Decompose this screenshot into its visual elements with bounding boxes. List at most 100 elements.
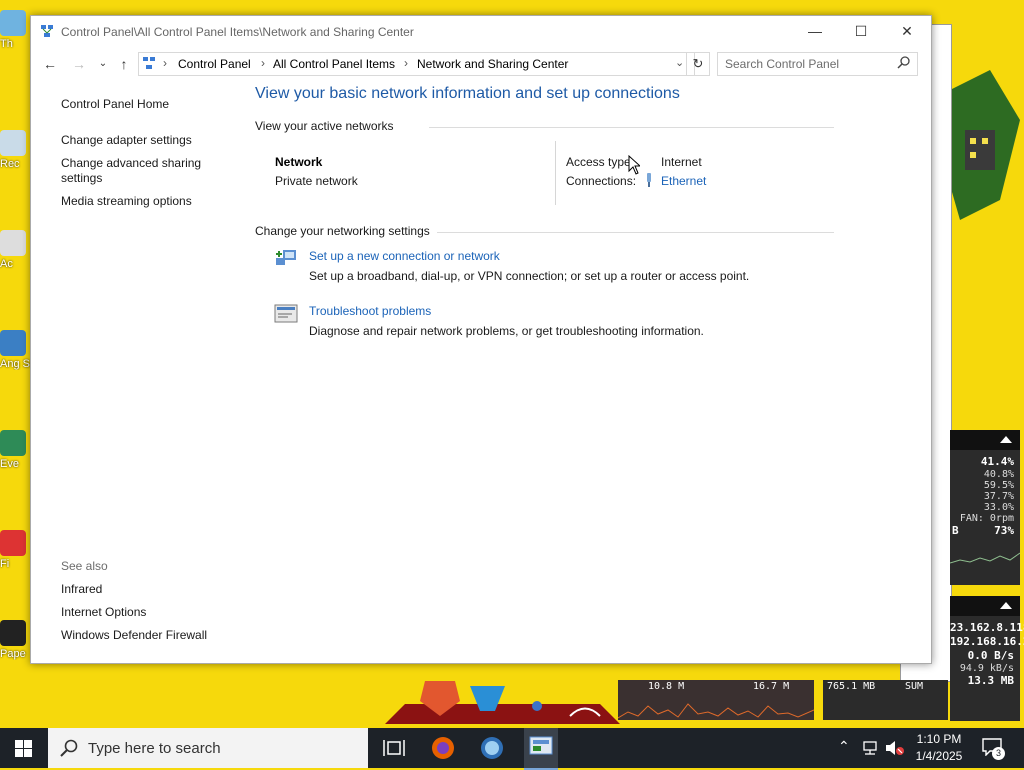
- bandwidth-graph: [618, 703, 814, 719]
- collapse-icon[interactable]: [1000, 436, 1012, 443]
- windows-start-icon[interactable]: [15, 740, 32, 757]
- network-type-link[interactable]: Private network: [275, 174, 358, 188]
- taskbar-search-placeholder: Type here to search: [88, 740, 221, 757]
- recent-locations-button[interactable]: ⌄: [93, 54, 113, 74]
- volume-muted-icon[interactable]: [885, 740, 905, 756]
- app-icon: [0, 530, 26, 556]
- fan-speed: FAN: 0rpm: [959, 513, 1014, 524]
- title-bar[interactable]: Control Panel\All Control Panel Items\Ne…: [31, 16, 931, 46]
- address-bar[interactable]: › Control Panel › All Control Panel Item…: [138, 52, 695, 76]
- desktop-icon-recycle[interactable]: Rec: [0, 130, 30, 170]
- up-button[interactable]: ↑: [114, 54, 134, 74]
- search-control-panel-input[interactable]: Search Control Panel: [717, 52, 918, 76]
- minimize-button[interactable]: —: [792, 16, 838, 46]
- collapse-icon[interactable]: [1000, 602, 1012, 609]
- search-placeholder: Search Control Panel: [725, 57, 840, 71]
- media-streaming-options-link[interactable]: Media streaming options: [61, 194, 192, 209]
- search-icon: [60, 739, 78, 757]
- task-view-icon[interactable]: [380, 734, 408, 762]
- taskbar-search-input[interactable]: Type here to search: [48, 728, 368, 768]
- app-dock: [385, 681, 620, 724]
- app-dock-icon: [532, 701, 542, 711]
- firefox-icon[interactable]: [429, 734, 457, 762]
- network-sharing-center-window[interactable]: Control Panel\All Control Panel Items\Ne…: [30, 15, 932, 664]
- back-button[interactable]: ←: [40, 54, 60, 74]
- cpu-core-2: 59.5%: [983, 480, 1014, 491]
- breadcrumb-network-center[interactable]: Network and Sharing Center: [417, 57, 568, 71]
- desktop-icon-fi[interactable]: Fi: [0, 530, 30, 570]
- browser-icon[interactable]: [478, 734, 506, 762]
- desktop-icon-label: Rec: [0, 158, 20, 170]
- networking-settings-heading: Change your networking settings: [255, 224, 430, 238]
- control-panel-icon: [529, 736, 553, 755]
- window-title: Control Panel\All Control Panel Items\Ne…: [61, 25, 414, 39]
- desktop-icon-label: Ang Se: [0, 358, 30, 370]
- download-rate: 94.9 kB/s: [959, 663, 1014, 674]
- notification-badge: 3: [992, 747, 1005, 760]
- internet-options-link[interactable]: Internet Options: [61, 605, 146, 620]
- control-panel-home-link[interactable]: Control Panel Home: [61, 97, 169, 112]
- windows-defender-firewall-link[interactable]: Windows Defender Firewall: [61, 628, 207, 643]
- refresh-icon: ↻: [692, 56, 704, 71]
- network-monitor-widget: 23.162.8.118 192.168.16.2 0.0 B/s 94.9 k…: [950, 596, 1024, 721]
- public-ip: 23.162.8.118: [950, 621, 1024, 634]
- see-also-heading: See also: [61, 559, 108, 573]
- desktop-icon-label: Eve: [0, 458, 19, 470]
- app-icon: [0, 620, 26, 646]
- close-icon: ✕: [901, 23, 913, 39]
- breadcrumb-control-panel[interactable]: Control Panel: [178, 57, 251, 71]
- clock-time[interactable]: 1:10 PM: [908, 732, 970, 746]
- ethernet-connection-link[interactable]: Ethernet: [661, 174, 706, 188]
- desktop-icon-eve[interactable]: Eve: [0, 430, 30, 470]
- change-advanced-sharing-link[interactable]: Change advanced sharing settings: [61, 156, 221, 186]
- minimize-icon: —: [808, 23, 822, 39]
- troubleshoot-problems-description: Diagnose and repair network problems, or…: [309, 324, 704, 338]
- active-networks-heading: View your active networks: [255, 119, 394, 133]
- recycle-bin-icon: [0, 130, 26, 156]
- app-icon: [0, 10, 26, 36]
- desktop-icon-label: Fi: [0, 558, 10, 570]
- desktop-icon-th[interactable]: Th: [0, 10, 30, 50]
- desktop-icon-pape[interactable]: Pape: [0, 620, 30, 660]
- cpu-monitor-widget: 41.4% 40.8% 59.5% 37.7% 33.0% FAN: 0rpm …: [949, 430, 1021, 585]
- divider: [429, 127, 834, 128]
- sum-label: SUM: [905, 681, 924, 692]
- forward-button[interactable]: →: [69, 54, 89, 74]
- widget-header: [950, 430, 1020, 450]
- upload-rate: 0.0 B/s: [967, 649, 1014, 662]
- maximize-icon: ☐: [854, 23, 868, 39]
- refresh-button[interactable]: ↻: [686, 52, 710, 76]
- network-graph-widget: 765.1 MB SUM: [823, 680, 948, 720]
- maximize-button[interactable]: ☐: [838, 16, 884, 46]
- troubleshoot-problems-link[interactable]: Troubleshoot problems: [309, 304, 431, 318]
- clock-date[interactable]: 1/4/2025: [908, 749, 970, 763]
- setup-new-connection-link[interactable]: Set up a new connection or network: [309, 249, 500, 263]
- app-icon: [0, 430, 26, 456]
- breadcrumb-separator-icon: ›: [261, 56, 265, 70]
- close-button[interactable]: ✕: [884, 16, 930, 46]
- change-adapter-settings-link[interactable]: Change adapter settings: [61, 133, 192, 148]
- network-center-icon: [41, 25, 53, 37]
- cpu-core-1: 40.8%: [983, 469, 1014, 480]
- notification-center-button[interactable]: 3: [980, 736, 1006, 760]
- navigation-bar: ← → ⌄ ↑ › Control Panel › All Control Pa…: [31, 52, 931, 76]
- network-tray-icon[interactable]: [861, 740, 879, 756]
- memory-value: 73%: [994, 524, 1014, 537]
- infrared-link[interactable]: Infrared: [61, 582, 102, 597]
- desktop-icon-ang[interactable]: Ang Se: [0, 330, 30, 370]
- desktop-icon-label: Ac: [0, 258, 13, 270]
- desktop-icon-ac[interactable]: Ac: [0, 230, 30, 270]
- chevron-up-icon[interactable]: ⌃: [838, 738, 850, 755]
- control-panel-taskbar-button[interactable]: [524, 728, 558, 770]
- connections-label: Connections:: [566, 174, 637, 188]
- breadcrumb-all-items[interactable]: All Control Panel Items: [273, 57, 395, 71]
- chevron-down-icon[interactable]: ⌄: [675, 56, 684, 69]
- cpu-graph: [949, 552, 1021, 564]
- cpu-core-3: 37.7%: [983, 491, 1014, 502]
- desktop-icon-label: Th: [0, 38, 13, 50]
- control-panel-icon: [143, 57, 155, 69]
- network-name: Network: [275, 155, 323, 169]
- desktop-icon-label: Pape: [0, 648, 26, 660]
- search-icon: [897, 56, 910, 69]
- cpu-core-4: 33.0%: [983, 502, 1014, 513]
